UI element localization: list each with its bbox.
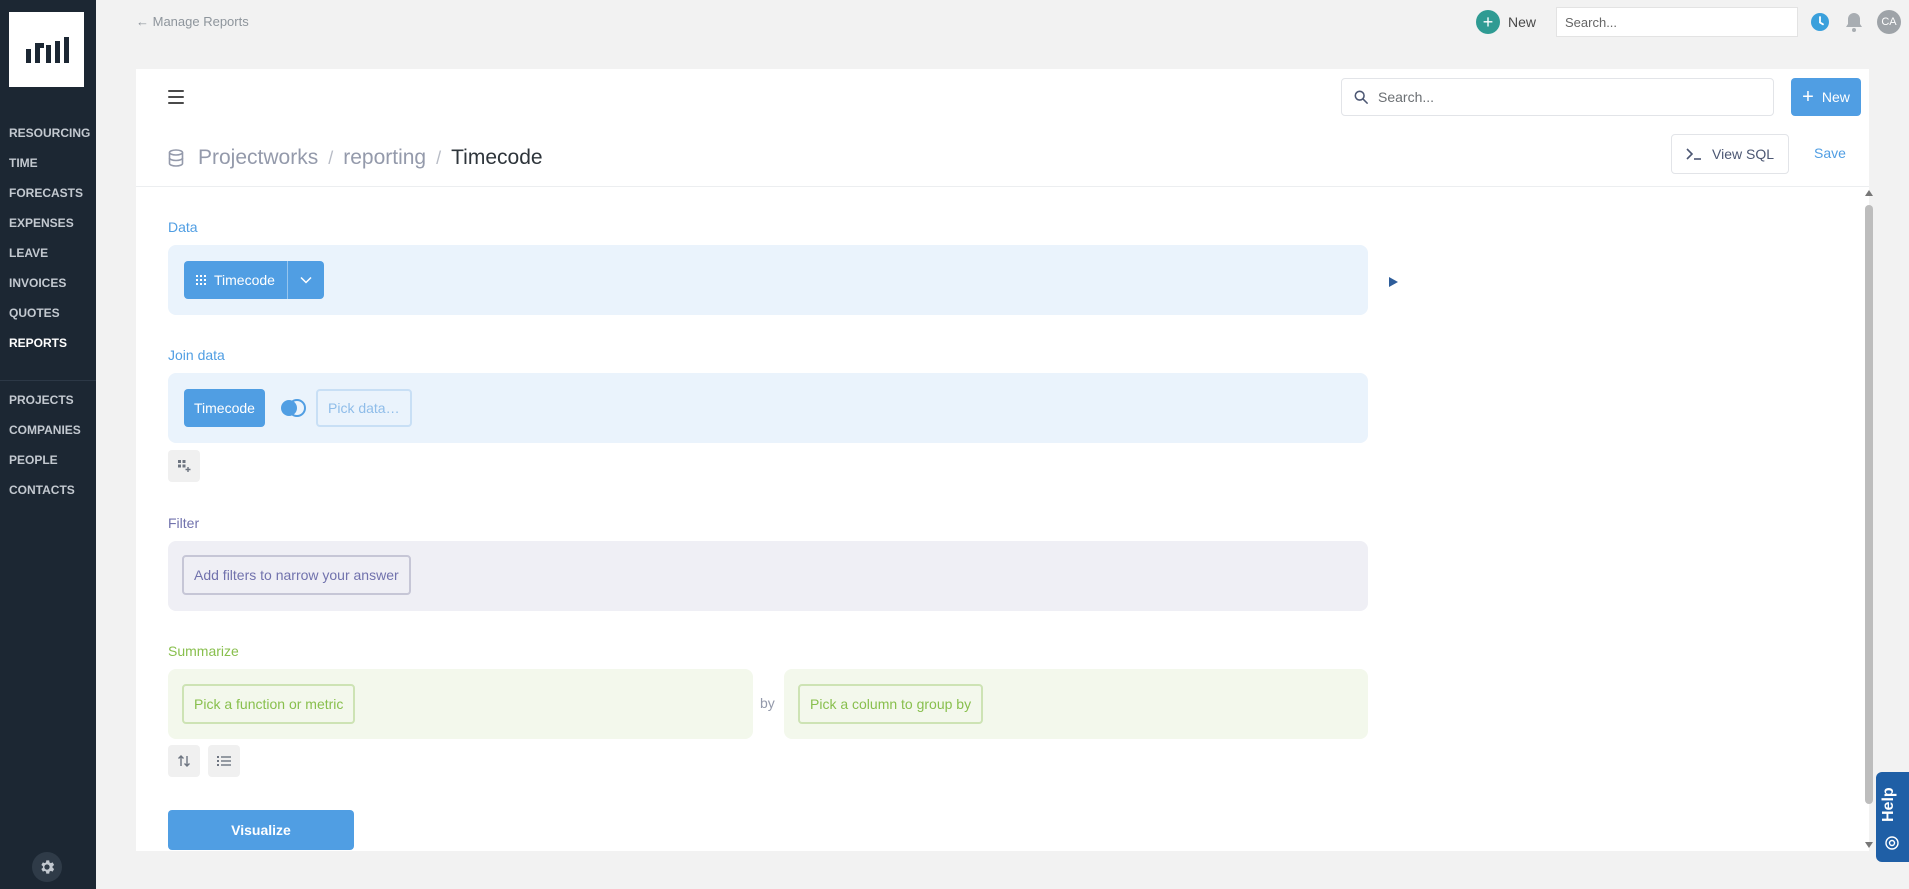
search-icon [1354, 90, 1368, 104]
query-editor-card: + New Projectworks / reporting / Timecod… [136, 69, 1869, 851]
secondary-nav: PROJECTS COMPANIES PEOPLE CONTACTS [0, 380, 96, 505]
save-button[interactable]: Save [1814, 145, 1846, 161]
add-join-button[interactable] [168, 450, 200, 482]
join-step: Timecode Pick data… [168, 373, 1368, 443]
plus-circle-icon: + [1476, 10, 1500, 34]
row-limit-button[interactable] [208, 745, 240, 777]
editor-new-label: New [1821, 89, 1850, 105]
editor-new-button[interactable]: + New [1791, 78, 1861, 116]
editor-search-box[interactable] [1341, 78, 1774, 116]
pick-group-by-button[interactable]: Pick a column to group by [798, 684, 984, 724]
sort-button[interactable] [168, 745, 200, 777]
visualize-button[interactable]: Visualize [168, 810, 354, 850]
data-source-label: Timecode [214, 272, 275, 288]
add-join-icon [178, 460, 191, 472]
summarize-group-box: Pick a column to group by [784, 669, 1368, 739]
view-sql-label: View SQL [1712, 146, 1774, 162]
join-type-toggle[interactable] [278, 398, 310, 418]
nav-item-invoices[interactable]: INVOICES [0, 268, 96, 298]
user-avatar[interactable]: CA [1877, 10, 1901, 34]
primary-nav: RESOURCING TIME FORECASTS EXPENSES LEAVE… [0, 118, 96, 358]
list-icon [217, 756, 231, 766]
global-new-label: New [1508, 14, 1537, 30]
timer-button[interactable] [1810, 12, 1830, 32]
help-label: Help [1880, 787, 1897, 823]
pick-metric-button[interactable]: Pick a function or metric [182, 684, 356, 724]
add-filter-button[interactable]: Add filters to narrow your answer [182, 555, 411, 595]
pick-join-data-button[interactable]: Pick data… [316, 389, 412, 427]
nav-item-quotes[interactable]: QUOTES [0, 298, 96, 328]
terminal-icon [1686, 148, 1701, 160]
preview-play-icon[interactable] [1389, 277, 1398, 287]
scrollbar-thumb[interactable] [1865, 205, 1873, 804]
sidebar: RESOURCING TIME FORECASTS EXPENSES LEAVE… [0, 0, 96, 889]
breadcrumb-separator: / [436, 147, 442, 168]
lifebuoy-icon [1885, 836, 1899, 850]
nav-item-forecasts[interactable]: FORECASTS [0, 178, 96, 208]
nav-item-time[interactable]: TIME [0, 148, 96, 178]
settings-button[interactable] [32, 852, 62, 882]
scroll-up-arrow-icon[interactable] [1865, 190, 1873, 196]
sort-icon [178, 755, 190, 767]
chevron-down-icon [300, 276, 312, 284]
editor-search-input[interactable] [1378, 89, 1758, 105]
nav-item-companies[interactable]: COMPANIES [0, 415, 96, 445]
data-source-picker: Timecode [184, 261, 324, 299]
back-to-manage-reports-link[interactable]: ← Manage Reports [136, 14, 249, 29]
nav-item-people[interactable]: PEOPLE [0, 445, 96, 475]
filter-step-title: Filter [168, 515, 200, 531]
nav-item-projects[interactable]: PROJECTS [0, 385, 96, 415]
global-search-input[interactable] [1556, 7, 1798, 37]
breadcrumb-database[interactable]: Projectworks [198, 146, 318, 170]
scrollbar[interactable] [1862, 186, 1876, 850]
nav-item-expenses[interactable]: EXPENSES [0, 208, 96, 238]
plus-icon: + [1802, 86, 1814, 108]
nav-item-reports[interactable]: REPORTS [0, 328, 96, 358]
left-join-icon [281, 399, 306, 417]
breadcrumb-schema[interactable]: reporting [343, 146, 426, 170]
global-new-button[interactable]: + New [1476, 10, 1536, 34]
breadcrumb-table: Timecode [451, 146, 543, 169]
help-widget-button[interactable]: Help [1876, 772, 1909, 862]
menu-icon[interactable] [168, 90, 184, 104]
join-step-title: Join data [168, 347, 225, 363]
grid-icon [196, 275, 206, 285]
notifications-button[interactable] [1844, 11, 1864, 33]
nav-item-contacts[interactable]: CONTACTS [0, 475, 96, 505]
logo[interactable] [9, 12, 84, 87]
summarize-step-title: Summarize [168, 643, 239, 659]
header-divider [136, 186, 1869, 187]
filter-step: Add filters to narrow your answer [168, 541, 1368, 611]
data-source-dropdown[interactable] [286, 261, 324, 299]
clock-icon [1811, 13, 1829, 31]
database-icon [168, 149, 184, 167]
breadcrumb: Projectworks / reporting / Timecode [168, 143, 543, 173]
gear-icon [41, 860, 55, 874]
join-left-table[interactable]: Timecode [184, 389, 265, 427]
nav-item-leave[interactable]: LEAVE [0, 238, 96, 268]
view-sql-button[interactable]: View SQL [1671, 134, 1789, 174]
scroll-down-arrow-icon[interactable] [1865, 842, 1873, 848]
data-step: Timecode [168, 245, 1368, 315]
breadcrumb-separator: / [328, 147, 334, 168]
nav-item-resourcing[interactable]: RESOURCING [0, 118, 96, 148]
by-label: by [760, 695, 775, 711]
summarize-metric-box: Pick a function or metric [168, 669, 753, 739]
logo-mark-icon [25, 36, 69, 63]
bell-icon [1846, 13, 1862, 32]
data-step-title: Data [168, 219, 198, 235]
data-source-button[interactable]: Timecode [184, 261, 287, 299]
